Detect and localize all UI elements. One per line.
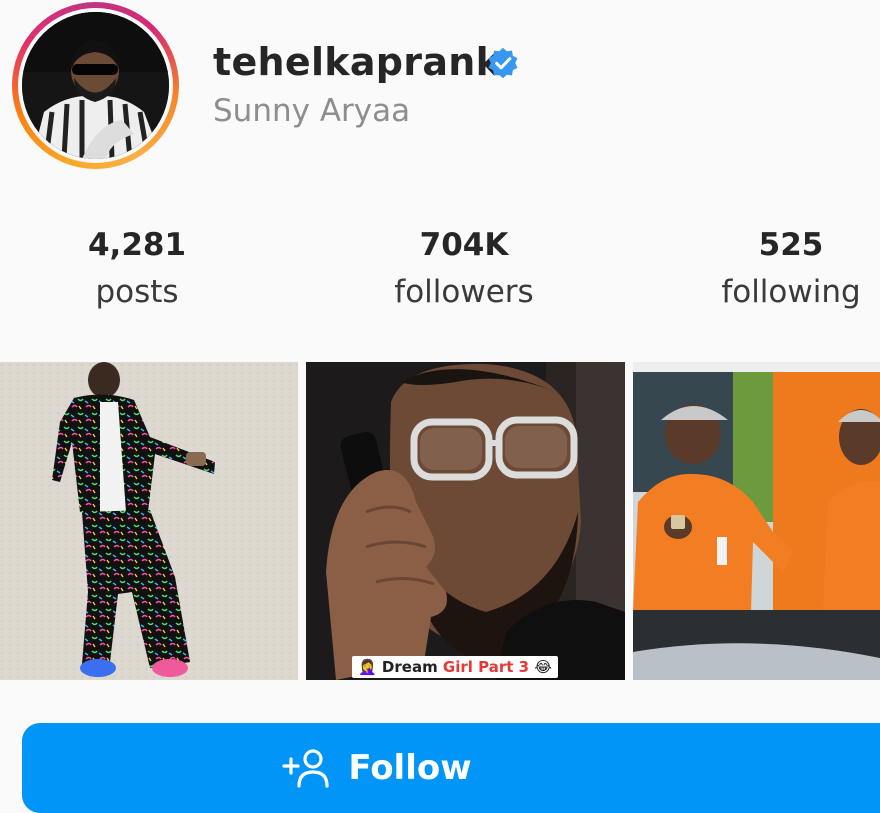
stat-following-count: 525 — [758, 227, 824, 263]
stat-posts-label: posts — [95, 274, 179, 310]
stat-posts[interactable]: 4,281 posts — [37, 226, 237, 312]
follow-button-content: Follow — [282, 748, 472, 788]
profile-full-name: Sunny Aryaa — [213, 93, 411, 129]
laughing-emoji-icon: 😂 — [534, 658, 552, 676]
profile-username: tehelkaprank — [213, 40, 502, 84]
avatar-story-ring[interactable] — [12, 2, 179, 169]
caption-text-highlight: Girl Part 3 — [442, 658, 530, 676]
avatar[interactable] — [22, 12, 169, 159]
post-thumbnail-1[interactable] — [0, 362, 298, 680]
verified-badge-icon — [488, 47, 518, 79]
post-photo-3 — [633, 362, 880, 680]
stat-following-label: following — [721, 274, 861, 310]
post-photo-1 — [0, 362, 298, 680]
facepalm-emoji-icon: 🤦‍♀️ — [358, 658, 377, 676]
avatar-photo — [22, 12, 169, 159]
caption-text: Dream — [381, 658, 443, 676]
stat-following[interactable]: 525 following — [691, 226, 880, 312]
stat-followers-label: followers — [394, 274, 534, 310]
post-thumbnail-3[interactable] — [633, 362, 880, 680]
post-photo-2 — [306, 362, 625, 680]
add-person-icon — [282, 749, 329, 788]
follow-button-label: Follow — [348, 748, 472, 788]
stat-followers-count: 704K — [419, 227, 509, 263]
stat-posts-count: 4,281 — [87, 227, 187, 263]
post-thumbnail-2[interactable]: 🤦‍♀️ Dream Girl Part 3 😂 — [306, 362, 625, 680]
post-caption-overlay: 🤦‍♀️ Dream Girl Part 3 😂 — [352, 656, 558, 678]
stat-followers[interactable]: 704K followers — [364, 226, 564, 312]
